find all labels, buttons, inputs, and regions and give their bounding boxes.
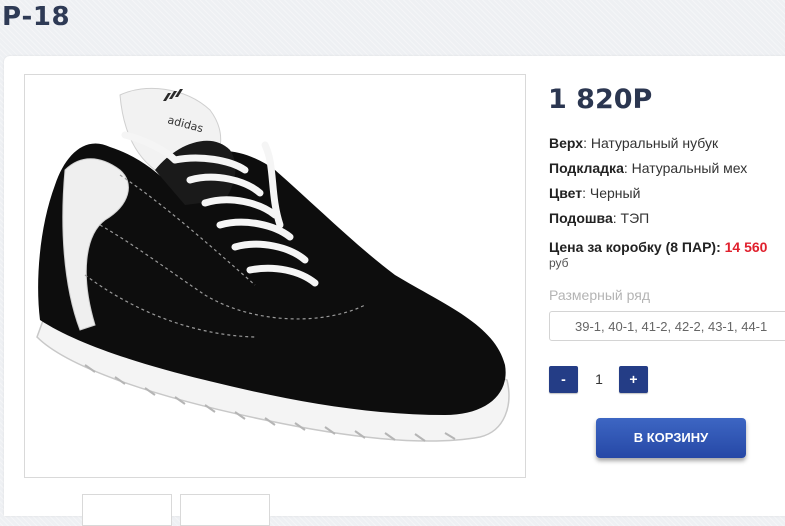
page-title: Р-18 [2, 2, 71, 32]
spec-key: Подкладка [549, 160, 624, 176]
spec-key: Цвет [549, 185, 583, 201]
size-range-select[interactable]: 39-1, 40-1, 41-2, 42-2, 43-1, 44-1 [549, 311, 785, 341]
spec-value: ТЭП [620, 210, 650, 226]
size-range-label: Размерный ряд [549, 287, 651, 303]
spec-row: Подошва: ТЭП [549, 210, 650, 226]
box-price: Цена за коробку (8 ПАР): 14 560 [549, 239, 767, 255]
spec-row: Цвет: Черный [549, 185, 641, 201]
product-price: 1 820Р [548, 84, 653, 115]
spec-value: Натуральный нубук [590, 135, 719, 151]
box-price-label: Цена за коробку (8 ПАР): [549, 239, 721, 255]
product-image[interactable]: adidas [24, 74, 526, 478]
spec-value: Черный [589, 185, 641, 201]
currency-label: руб [549, 256, 569, 270]
spec-list: Верх: Натуральный нубук Подкладка: Натур… [549, 135, 747, 235]
spec-row: Подкладка: Натуральный мех [549, 160, 748, 176]
spec-row: Верх: Натуральный нубук [549, 135, 719, 151]
thumbnail[interactable] [82, 494, 172, 526]
thumbnail[interactable] [180, 494, 270, 526]
box-price-value: 14 560 [724, 239, 768, 255]
add-to-cart-button[interactable]: В КОРЗИНУ [596, 418, 746, 458]
quantity-input[interactable]: 1 [582, 366, 616, 393]
spec-key: Подошва [549, 210, 613, 226]
quantity-decrease-button[interactable]: - [549, 366, 578, 393]
quantity-increase-button[interactable]: + [619, 366, 648, 393]
spec-key: Верх [549, 135, 584, 151]
spec-value: Натуральный мех [631, 160, 748, 176]
shoe-image: adidas [36, 87, 510, 442]
